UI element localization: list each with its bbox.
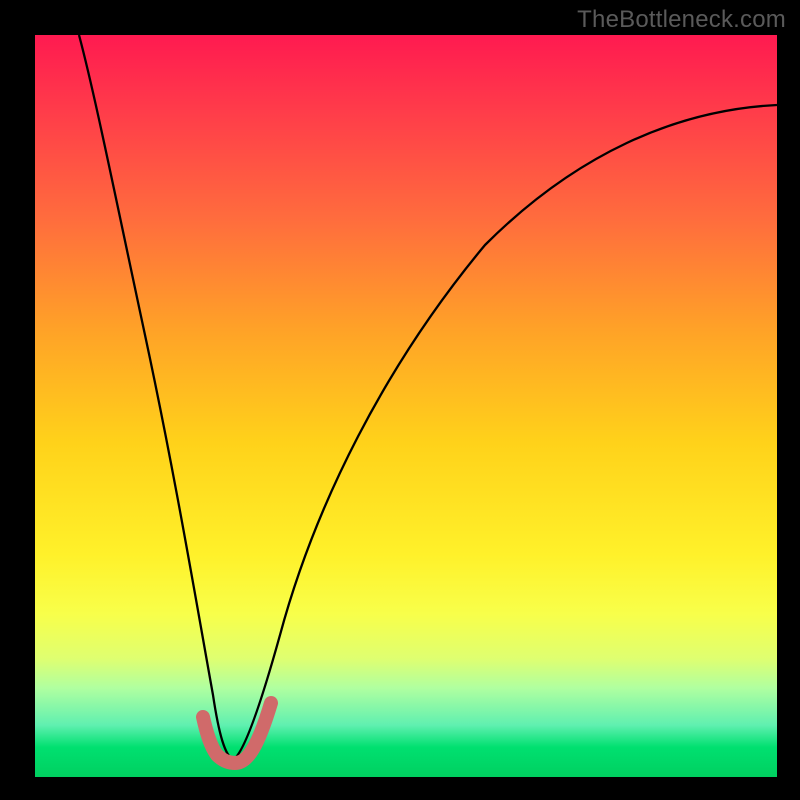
curves-svg xyxy=(35,35,777,777)
watermark-text: TheBottleneck.com xyxy=(577,6,786,34)
chart-frame: TheBottleneck.com xyxy=(0,0,800,800)
plot-area xyxy=(35,35,777,777)
valley-marker xyxy=(203,703,271,763)
bottleneck-curve xyxy=(79,35,777,760)
